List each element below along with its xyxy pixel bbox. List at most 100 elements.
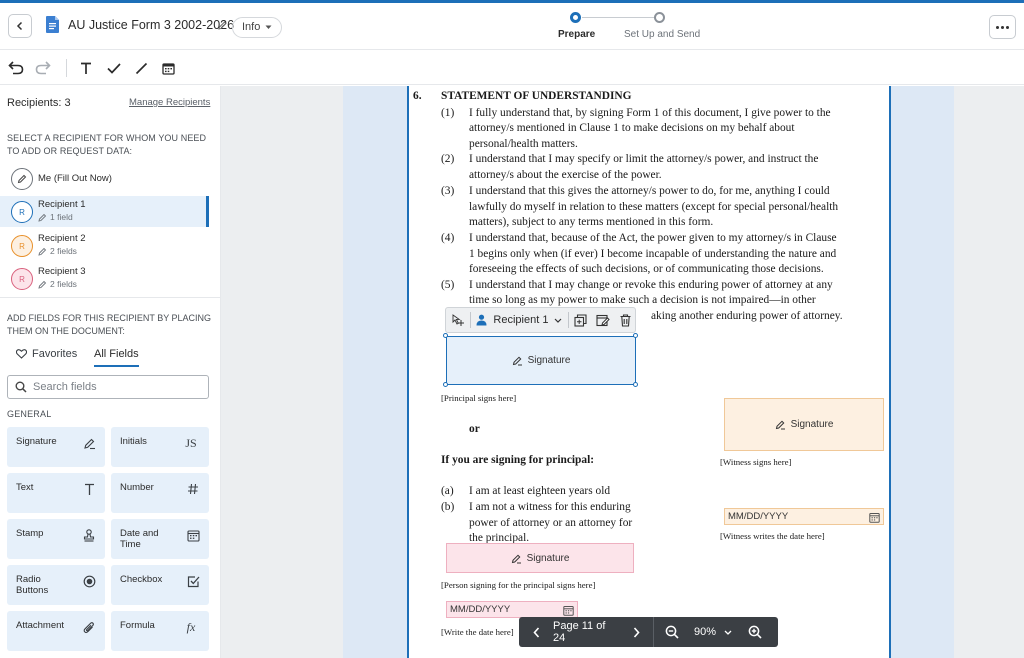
tab-favorites[interactable]: Favorites — [16, 348, 77, 365]
recipient-3-name: Recipient 3 — [38, 266, 86, 277]
recipient-me-fill-out[interactable]: Me (Fill Out Now) — [0, 166, 209, 197]
redo-button[interactable] — [34, 59, 52, 77]
add-text-button[interactable] — [77, 59, 95, 77]
step-prepare-dot[interactable] — [570, 12, 581, 23]
field-tile-formula[interactable]: Formula fx — [111, 611, 209, 651]
principal-signs-caption: [Principal signs here] — [441, 393, 517, 403]
line-icon — [135, 62, 147, 74]
edit-title-icon[interactable] — [218, 21, 227, 30]
zoom-level-dropdown[interactable]: 90% — [689, 617, 737, 647]
signature-field-label: Signature — [790, 419, 834, 430]
step-prepare-label[interactable]: Prepare — [558, 29, 595, 40]
duplicate-field-button[interactable] — [569, 307, 591, 333]
field-tile-signature[interactable]: Signature — [7, 427, 105, 467]
field-context-toolbar: Recipient 1 — [445, 307, 636, 333]
signing-for-principal-heading: If you are signing for principal: — [441, 454, 595, 466]
undo-button[interactable] — [7, 59, 25, 77]
assigned-recipient-label: Recipient 1 — [493, 314, 549, 326]
page-indicator: Page 11 of 24 — [553, 620, 606, 644]
field-tile-initials[interactable]: Initials JS — [111, 427, 209, 467]
item-5-line: I understand that I may change or revoke… — [469, 279, 833, 291]
recipient-1-name: Recipient 1 — [38, 199, 86, 210]
document-page: 6. STATEMENT OF UNDERSTANDING (1) I full… — [407, 86, 891, 658]
delete-field-button[interactable] — [615, 307, 635, 333]
sidebar-divider — [0, 297, 220, 298]
resize-handle[interactable] — [633, 333, 638, 338]
date-placeholder: MM/DD/YYYY — [450, 604, 511, 615]
item-5-line: aking another enduring power of attorney… — [651, 310, 843, 322]
add-date-button[interactable] — [159, 59, 177, 77]
progress-steps: Prepare Set Up and Send — [556, 12, 706, 44]
section-number: 6. — [413, 90, 422, 102]
search-fields-box[interactable] — [7, 375, 209, 399]
prev-page-button[interactable] — [519, 617, 553, 647]
recipient-me-label: Me (Fill Out Now) — [38, 173, 112, 184]
move-field-button[interactable] — [446, 307, 470, 333]
text-icon — [81, 481, 97, 497]
field-tile-radio-buttons[interactable]: Radio Buttons — [7, 565, 105, 605]
field-tile-attachment[interactable]: Attachment — [7, 611, 105, 651]
info-dropdown[interactable]: Info — [232, 17, 283, 38]
date-placeholder: MM/DD/YYYY — [728, 511, 789, 522]
zoom-out-button[interactable] — [654, 617, 689, 647]
next-page-button[interactable] — [619, 617, 653, 647]
document-title[interactable]: AU Justice Form 3 2002-2026 — [68, 18, 234, 32]
add-line-button[interactable] — [132, 59, 150, 77]
signature-icon — [511, 554, 521, 563]
back-button[interactable] — [8, 14, 32, 38]
zoom-level-label: 90% — [693, 626, 717, 638]
signature-pen-icon — [38, 247, 47, 256]
signature-field-recipient-1[interactable]: Signature — [446, 336, 636, 385]
radio-icon — [81, 573, 97, 589]
field-tile-date-time[interactable]: Date and Time — [111, 519, 209, 559]
item-3-line: matters), subject to any terms mentioned… — [469, 216, 714, 228]
date-field-recipient-3[interactable]: MM/DD/YYYY — [446, 601, 578, 618]
signature-field-recipient-3[interactable]: Signature — [446, 543, 634, 573]
resize-handle[interactable] — [443, 382, 448, 387]
signature-field-label: Signature — [527, 355, 571, 366]
field-tile-text[interactable]: Text — [7, 473, 105, 513]
document-icon — [46, 16, 59, 33]
tab-all-fields-label: All Fields — [94, 348, 139, 360]
witness-date-caption: [Witness writes the date here] — [720, 531, 825, 541]
calendar-icon — [563, 606, 574, 616]
search-fields-input[interactable] — [33, 381, 193, 393]
tab-all-fields[interactable]: All Fields — [94, 348, 139, 367]
recipient-2-avatar: R — [11, 235, 33, 257]
zoom-in-button[interactable] — [737, 617, 772, 647]
more-options-button[interactable] — [989, 15, 1016, 39]
signature-icon — [81, 435, 97, 451]
resize-handle[interactable] — [633, 382, 638, 387]
document-canvas[interactable]: 6. STATEMENT OF UNDERSTANDING (1) I full… — [221, 86, 1024, 658]
select-recipient-hint: SELECT A RECIPIENT FOR WHOM YOU NEED TO … — [7, 133, 207, 156]
calendar-icon — [185, 527, 201, 543]
step-setup-label[interactable]: Set Up and Send — [624, 29, 700, 40]
date-field-recipient-2[interactable]: MM/DD/YYYY — [724, 508, 884, 525]
recipient-1-item[interactable]: R Recipient 1 1 field — [0, 196, 209, 227]
top-bar: AU Justice Form 3 2002-2026 Info Prepare… — [0, 0, 1024, 50]
field-tile-number[interactable]: Number — [111, 473, 209, 513]
item-1-line: attorney/s mentioned in Clause 1 to make… — [469, 122, 795, 134]
field-tile-label: Number — [120, 482, 154, 493]
field-tile-stamp[interactable]: Stamp — [7, 519, 105, 559]
witness-signs-caption: [Witness signs here] — [720, 457, 792, 467]
assign-recipient-dropdown[interactable]: Recipient 1 — [470, 307, 568, 333]
manage-recipients-link[interactable]: Manage Recipients — [129, 97, 210, 108]
field-tile-label: Initials — [120, 436, 147, 447]
resize-handle[interactable] — [443, 333, 448, 338]
recipient-3-item[interactable]: R Recipient 3 2 fields — [0, 263, 209, 294]
heart-icon — [16, 349, 27, 359]
signature-field-recipient-2[interactable]: Signature — [724, 398, 884, 451]
recipient-1-fields: 1 field — [50, 212, 73, 222]
field-properties-button[interactable] — [591, 307, 615, 333]
step-setup-dot[interactable] — [654, 12, 665, 23]
recipient-3-avatar: R — [11, 268, 33, 290]
search-icon — [15, 381, 27, 393]
add-checkmark-button[interactable] — [105, 59, 123, 77]
field-tile-label: Formula — [120, 620, 155, 631]
recipient-1-field-count: 1 field — [38, 212, 73, 222]
editor-toolbar — [0, 50, 1024, 85]
recipient-2-name: Recipient 2 — [38, 233, 86, 244]
field-tile-checkbox[interactable]: Checkbox — [111, 565, 209, 605]
recipient-2-item[interactable]: R Recipient 2 2 fields — [0, 230, 209, 261]
